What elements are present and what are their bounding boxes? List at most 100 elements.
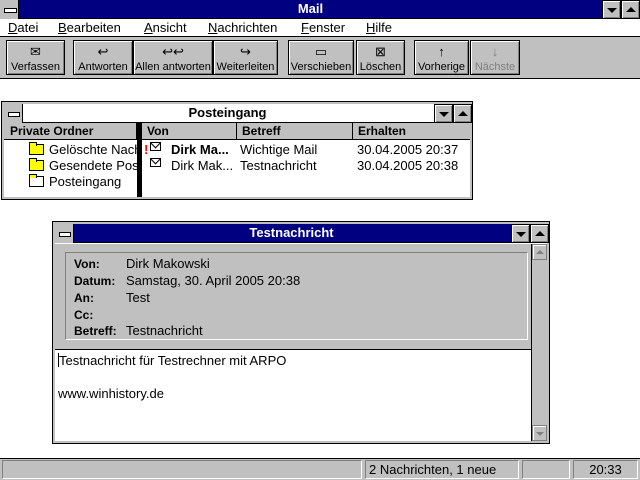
delete-button[interactable]: ⊠ Löschen xyxy=(356,40,405,75)
next-icon: ↓ xyxy=(491,44,499,59)
minimize-arrow-icon xyxy=(439,112,449,117)
status-cell-main xyxy=(2,460,362,479)
menu-fenster[interactable]: Fenster xyxy=(301,20,345,35)
folder-item-inbox[interactable]: Posteingang xyxy=(29,174,121,190)
folder-label: Gesendete Post xyxy=(49,158,137,173)
message-header-box: Von: Dirk Makowski Datum: Samstag, 30. Apr… xyxy=(65,252,528,340)
menu-label: earbeiten xyxy=(66,20,121,35)
message-minimize-button[interactable] xyxy=(511,224,530,243)
message-subject: Wichtige Mail xyxy=(240,142,318,157)
inbox-titlebar: Posteingang xyxy=(4,104,472,123)
folder-icon xyxy=(29,158,44,171)
minimize-button[interactable] xyxy=(602,0,621,19)
menu-nachrichten[interactable]: Nachrichten xyxy=(208,20,277,35)
message-window: Testnachricht Von: Dirk Makowski Datum: Sa… xyxy=(52,221,550,444)
folder-item-deleted[interactable]: Gelöschte Nachrichten xyxy=(29,142,137,158)
header-value: Dirk Makowski xyxy=(126,256,210,271)
menu-accel: B xyxy=(58,20,67,35)
folder-label: Gelöschte Nachrichten xyxy=(49,142,137,157)
header-subject: Betreff: Testnachricht xyxy=(74,323,203,339)
reply-button[interactable]: ↩ Antworten xyxy=(73,40,133,75)
toolbar: ✉ Verfassen ↩ Antworten ↩↩ Allen antwort… xyxy=(0,37,640,79)
compose-button[interactable]: ✉ Verfassen xyxy=(6,40,65,75)
menu-accel: A xyxy=(144,20,153,35)
menu-label: enster xyxy=(308,20,346,35)
inbox-title: Posteingang xyxy=(188,105,267,120)
reply-all-button[interactable]: ↩↩ Allen antworten xyxy=(133,40,213,75)
maximize-arrow-icon xyxy=(535,231,545,236)
message-maximize-button[interactable] xyxy=(530,224,549,243)
folder-icon xyxy=(29,142,44,155)
message-row[interactable]: ! Dirk Ma... Wichtige Mail 30.04.2005 20… xyxy=(142,142,470,158)
header-value: Samstag, 30. April 2005 20:38 xyxy=(126,273,301,288)
message-list: Von Betreff Erhalten ! Dirk Ma... Wichti… xyxy=(142,123,470,197)
header-value: Testnachricht xyxy=(126,323,203,338)
move-button[interactable]: ▭ Verschieben xyxy=(288,40,354,75)
envelope-open-icon xyxy=(150,158,161,167)
delete-icon: ⊠ xyxy=(375,44,386,59)
open-folder-icon xyxy=(29,174,44,187)
message-row[interactable]: Dirk Mak... Testnachricht 30.04.2005 20:… xyxy=(142,158,470,174)
scroll-down-arrow-icon xyxy=(536,432,544,436)
menu-label: achrichten xyxy=(217,20,278,35)
vertical-scrollbar[interactable] xyxy=(531,244,547,441)
menu-bearbeiten[interactable]: Bearbeiten xyxy=(58,20,121,35)
previous-button[interactable]: ↑ Vorherige xyxy=(414,40,469,75)
header-label: Von: xyxy=(74,257,100,271)
menu-accel: F xyxy=(301,20,309,35)
next-button[interactable]: ↓ Nächste xyxy=(470,40,520,75)
move-folder-icon: ▭ xyxy=(314,44,328,59)
menu-label: ilfe xyxy=(375,20,393,35)
reply-all-label: Allen antworten xyxy=(135,61,211,73)
header-to: An: Test xyxy=(74,290,150,306)
scroll-up-button[interactable] xyxy=(532,244,547,260)
header-label: Datum: xyxy=(74,274,116,288)
menu-ansicht[interactable]: Ansicht xyxy=(144,20,187,35)
message-titlebar: Testnachricht xyxy=(55,224,549,243)
move-label: Verschieben xyxy=(290,61,352,73)
inbox-system-menu-icon[interactable] xyxy=(4,104,23,123)
body-line: Testnachricht für Testrechner mit ARPO xyxy=(58,353,286,368)
header-label: Cc: xyxy=(74,308,94,322)
priority-flag: ! xyxy=(144,142,149,157)
header-label: Betreff: xyxy=(74,324,117,338)
scroll-down-button[interactable] xyxy=(532,425,547,441)
menu-datei[interactable]: Datei xyxy=(8,20,38,35)
minimize-arrow-icon xyxy=(607,8,617,13)
app-system-menu-icon[interactable] xyxy=(0,0,19,19)
maximize-arrow-icon xyxy=(626,7,636,12)
menu-label: atei xyxy=(17,20,39,35)
reply-icon: ↩ xyxy=(97,44,109,59)
previous-icon: ↑ xyxy=(438,44,445,59)
message-received: 30.04.2005 20:38 xyxy=(357,158,459,173)
column-header-from[interactable]: Von xyxy=(142,123,237,140)
menu-hilfe[interactable]: Hilfe xyxy=(366,20,392,35)
forward-label: Weiterleiten xyxy=(216,61,275,73)
column-header-received[interactable]: Erhalten xyxy=(353,123,470,140)
message-from: Dirk Mak... xyxy=(171,158,234,173)
forward-icon: ↪ xyxy=(240,44,251,59)
menu-bar: Datei Bearbeiten Ansicht Nachrichten Fen… xyxy=(0,19,640,37)
message-system-menu-icon[interactable] xyxy=(55,224,74,243)
forward-button[interactable]: ↪ Weiterleiten xyxy=(213,40,278,75)
app-title: Mail xyxy=(297,1,324,16)
column-header-subject[interactable]: Betreff xyxy=(237,123,353,140)
message-header-area: Von: Dirk Makowski Datum: Samstag, 30. Apr… xyxy=(55,244,532,350)
menu-accel: N xyxy=(208,20,218,35)
folder-item-sent[interactable]: Gesendete Post xyxy=(29,158,137,174)
body-link[interactable]: www.winhistory.de xyxy=(58,386,164,401)
header-label: An: xyxy=(74,291,94,305)
status-cell-empty xyxy=(522,460,570,479)
inbox-minimize-button[interactable] xyxy=(434,104,453,123)
status-time: 20:33 xyxy=(573,460,638,479)
header-cc: Cc: xyxy=(74,307,126,323)
body-text: Testnachricht für Testrechner mit ARPO xyxy=(59,353,287,368)
envelope-closed-icon xyxy=(150,142,161,151)
inbox-maximize-button[interactable] xyxy=(453,104,472,123)
message-from: Dirk Ma... xyxy=(171,142,229,157)
maximize-button[interactable] xyxy=(621,0,640,19)
header-date: Datum: Samstag, 30. April 2005 20:38 xyxy=(74,273,300,289)
delete-label: Löschen xyxy=(359,61,402,73)
message-body[interactable]: Testnachricht für Testrechner mit ARPO w… xyxy=(55,350,532,441)
message-title: Testnachricht xyxy=(249,225,334,240)
